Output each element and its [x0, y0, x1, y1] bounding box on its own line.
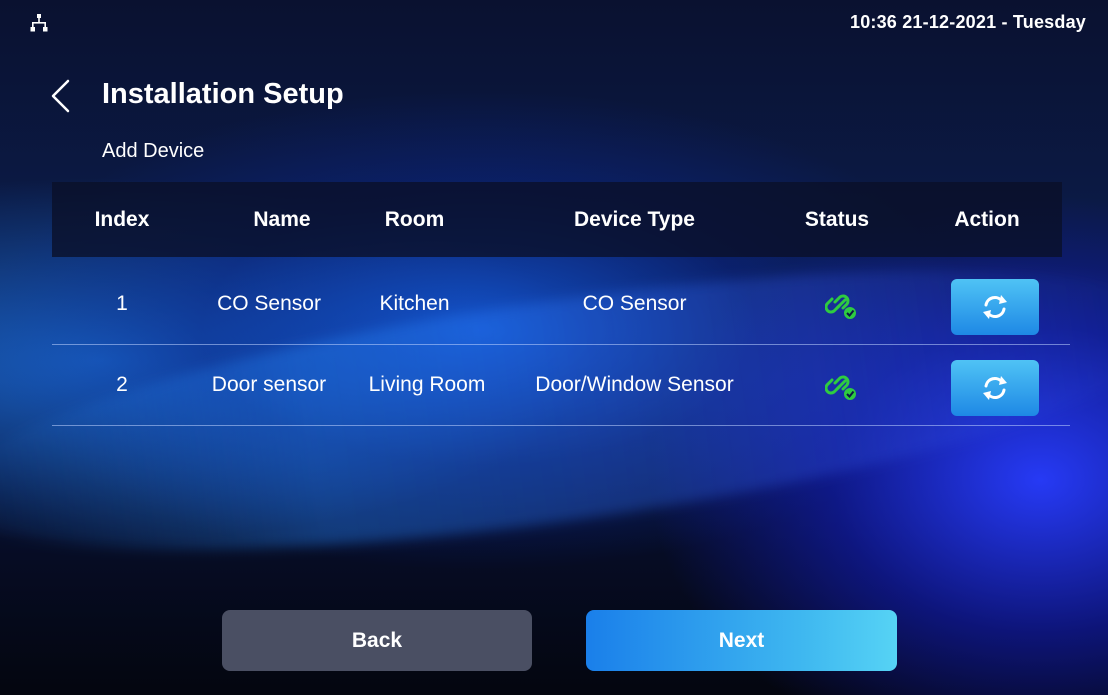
table-header: Index Name Room Device Type Status Actio…	[52, 182, 1062, 257]
sync-button[interactable]	[951, 360, 1039, 416]
link-connected-icon	[825, 375, 856, 400]
clock: 10:36 21-12-2021 - Tuesday	[849, 12, 1086, 32]
sync-icon	[983, 376, 1007, 400]
cell-name: CO Sensor	[217, 292, 321, 315]
link-connected-icon	[825, 294, 856, 319]
back-button[interactable]: Back	[222, 610, 532, 671]
sync-button[interactable]	[951, 279, 1039, 335]
table-row: 2 Door sensor Living Room Door/Window Se…	[52, 345, 1070, 426]
column-header-room: Room	[384, 208, 445, 231]
column-header-index: Index	[94, 208, 150, 231]
cell-index: 2	[116, 373, 128, 396]
sync-icon	[983, 295, 1007, 319]
table-row: 1 CO Sensor Kitchen CO Sensor	[52, 264, 1070, 345]
cell-room: Living Room	[368, 373, 486, 396]
page-subtitle: Add Device	[102, 140, 205, 162]
next-button[interactable]: Next	[586, 610, 897, 671]
status-bar: 10:36 21-12-2021 - Tuesday	[0, 0, 1108, 44]
chevron-left-icon[interactable]	[48, 78, 74, 114]
column-header-action: Action	[954, 208, 1020, 231]
cell-room: Kitchen	[379, 292, 450, 315]
cell-device-type: Door/Window Sensor	[535, 373, 734, 396]
screen: 10:36 21-12-2021 - Tuesday Installation …	[0, 0, 1108, 695]
cell-device-type: CO Sensor	[582, 292, 687, 315]
page-title: Installation Setup	[102, 78, 344, 110]
column-header-device-type: Device Type	[573, 208, 695, 231]
cell-index: 1	[116, 292, 128, 315]
column-header-name: Name	[253, 208, 311, 231]
cell-name: Door sensor	[211, 373, 327, 396]
network-icon	[30, 14, 48, 32]
column-header-status: Status	[804, 208, 870, 231]
